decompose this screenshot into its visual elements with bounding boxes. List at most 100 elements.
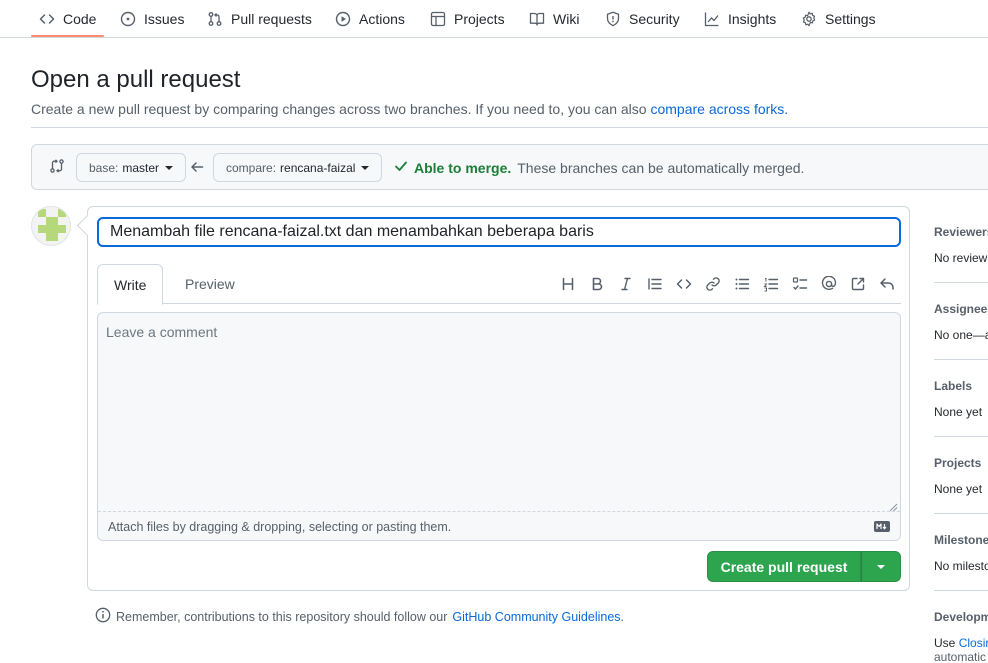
sidebar-divider [934,513,988,514]
sidebar-projects[interactable]: Projects None yet [934,456,988,496]
issue-opened-icon [120,11,136,27]
sidebar-labels-value: None yet [934,405,983,419]
tab-write[interactable]: Write [97,264,164,305]
sidebar-milestone-heading: Milestone [934,533,988,547]
sidebar-milestone-value: No milesto [934,559,988,573]
page-subtitle: Create a new pull request by comparing c… [31,101,788,117]
nav-item-pull-requests[interactable]: Pull requests [207,0,312,38]
nav-item-insights[interactable]: Insights [704,0,776,38]
nav-label-pull-requests: Pull requests [231,11,312,27]
attach-files-text: Attach files by dragging & dropping, sel… [108,520,452,534]
compare-across-forks-link[interactable]: compare across forks. [650,101,788,117]
merge-status: Able to merge. These branches can be aut… [394,159,804,176]
base-branch-button[interactable]: base: master [76,153,187,182]
comment-textarea[interactable] [98,313,900,511]
book-icon [529,11,545,27]
sidebar-assignees[interactable]: Assignees No one—a [934,302,988,342]
nav-item-code[interactable]: Code [39,0,96,38]
tab-preview[interactable]: Preview [169,264,251,304]
nav-item-settings[interactable]: Settings [801,0,876,38]
editor-tabs: Write Preview [97,264,901,305]
nav-item-security[interactable]: Security [605,0,680,38]
page-title: Open a pull request [31,66,241,93]
markdown-toolbar [553,272,901,296]
contribution-reminder: Remember, contributions to this reposito… [95,607,624,626]
graph-icon [704,11,720,27]
resize-handle-icon[interactable] [889,499,898,512]
info-icon [95,607,111,626]
sidebar-development-value2: automatic [934,650,987,663]
bold-icon[interactable] [582,272,611,296]
sidebar-reviewers[interactable]: Reviewers No review [934,225,988,265]
arrow-left-icon [190,160,204,174]
community-guidelines-link[interactable]: GitHub Community Guidelines [452,610,620,624]
chevron-down-icon [877,564,885,569]
page-subtitle-text: Create a new pull request by comparing c… [31,101,647,117]
compare-branch-name: rencana-faizal [280,160,356,175]
avatar[interactable] [31,206,71,246]
cross-reference-icon[interactable] [843,272,872,296]
pr-title-input[interactable] [97,217,901,247]
create-pull-request-dropdown[interactable] [861,551,901,582]
merge-status-text: These branches can be automatically merg… [517,159,805,176]
sidebar-projects-heading: Projects [934,456,982,470]
mention-icon[interactable] [814,272,843,296]
sidebar-milestone[interactable]: Milestone No milesto [934,533,988,573]
shield-icon [605,11,621,27]
play-icon [335,11,351,27]
link-icon[interactable] [698,272,727,296]
sidebar-reviewers-heading: Reviewers [934,225,988,239]
gear-icon [801,11,817,27]
nav-item-projects[interactable]: Projects [430,0,505,38]
nav-label-wiki: Wiki [553,11,580,27]
repo-nav: Code Issues Pull requests Actions Projec… [0,0,988,38]
reply-icon[interactable] [872,272,901,296]
chevron-down-icon [165,165,174,170]
chevron-down-icon [361,165,370,170]
sidebar-development-value: Use Closin [934,636,988,650]
git-compare-icon [49,158,65,174]
closing-keywords-link[interactable]: Closin [959,636,988,650]
sidebar-development[interactable]: Developm Use Closin automatic [934,610,988,663]
sidebar-divider [934,282,988,283]
compare-prefix: compare: [226,160,277,175]
nav-label-projects: Projects [454,11,505,27]
nav-item-issues[interactable]: Issues [120,0,184,38]
sidebar-reviewers-value: No review [934,251,988,265]
create-pull-request-group: Create pull request [707,551,901,582]
sidebar-divider [934,436,988,437]
italic-icon[interactable] [611,272,640,296]
nav-label-issues: Issues [144,11,185,27]
compare-bar: base: master compare: rencana-faizal Abl… [31,144,988,190]
comment-box: Attach files by dragging & dropping, sel… [97,312,901,541]
merge-ok-text: Able to merge. [414,159,512,176]
sidebar-labels[interactable]: Labels None yet [934,379,988,419]
reminder-period: . [620,609,625,624]
sidebar-assignees-value: No one—a [934,328,988,342]
heading-icon[interactable] [553,272,582,296]
attach-files-bar[interactable]: Attach files by dragging & dropping, sel… [98,511,900,540]
sidebar-divider [934,359,988,360]
unordered-list-icon[interactable] [727,272,756,296]
check-icon [394,159,408,176]
code-icon [39,11,55,27]
sidebar-assignees-heading: Assignees [934,302,988,316]
ordered-list-icon[interactable] [756,272,785,296]
nav-item-wiki[interactable]: Wiki [529,0,579,38]
pull-request-form: Write Preview Attach files by dragging &… [87,206,910,591]
active-tab-underline [31,35,104,37]
git-pull-request-icon [207,11,223,27]
markdown-icon[interactable] [874,521,890,532]
quote-icon[interactable] [640,272,669,296]
tasklist-icon[interactable] [785,272,814,296]
sidebar-divider [934,590,988,591]
create-pull-request-button[interactable]: Create pull request [707,551,861,582]
compare-branch-button[interactable]: compare: rencana-faizal [213,153,383,182]
code-icon[interactable] [669,272,698,296]
sidebar-labels-heading: Labels [934,379,973,393]
base-prefix: base: [89,160,119,175]
nav-item-actions[interactable]: Actions [335,0,405,38]
nav-label-insights: Insights [728,11,777,27]
table-icon [430,11,446,27]
reminder-text: Remember, contributions to this reposito… [116,609,448,624]
